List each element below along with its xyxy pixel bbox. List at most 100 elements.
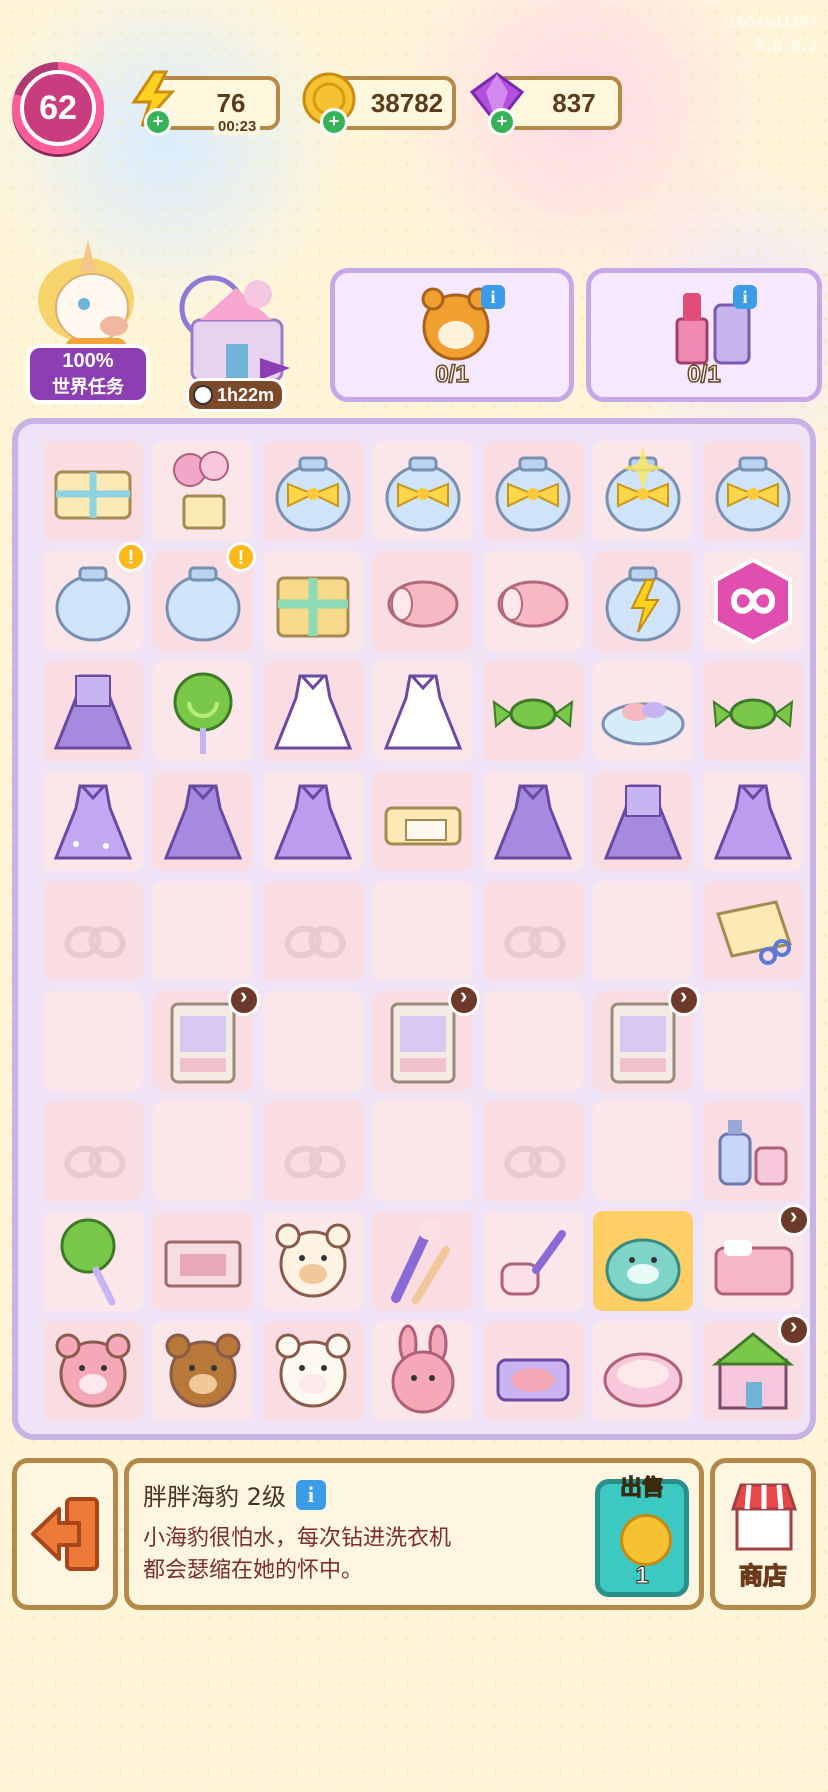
board-cell[interactable] xyxy=(478,766,588,876)
bunny-plush-icon xyxy=(391,1324,455,1414)
glass-jar-bow-icon xyxy=(385,456,461,532)
board-cell[interactable] xyxy=(588,656,698,766)
makeup-brushes-icon xyxy=(391,1220,450,1304)
board-cell[interactable] xyxy=(38,436,148,546)
player-id-text: 100404138? 0.0.0.2 xyxy=(728,12,818,60)
board-cell[interactable] xyxy=(588,546,698,656)
locked-bow-icon xyxy=(506,896,558,956)
player-level-badge[interactable]: 62 xyxy=(12,62,104,154)
exit-button[interactable] xyxy=(12,1458,118,1610)
board-cell[interactable] xyxy=(368,983,480,1096)
info-icon[interactable]: i xyxy=(481,285,505,309)
building-timer: 1h22m xyxy=(186,378,286,412)
board-cell[interactable] xyxy=(478,546,588,656)
board-cell[interactable] xyxy=(588,1096,698,1206)
board-cell[interactable] xyxy=(148,983,260,1096)
board-cell[interactable] xyxy=(588,766,698,876)
board-cell[interactable] xyxy=(368,1206,478,1316)
energy-timer: 00:23 xyxy=(214,118,261,135)
board-cell[interactable] xyxy=(148,656,258,766)
world-task-button[interactable]: 100% 世界任务 xyxy=(26,344,150,404)
board-cell[interactable] xyxy=(698,1313,810,1426)
board-cell[interactable] xyxy=(698,656,808,766)
candy-plate-icon xyxy=(601,702,685,746)
building-timer-text: 1h22m xyxy=(217,384,275,405)
board-cell[interactable] xyxy=(698,436,808,546)
board-cell[interactable] xyxy=(698,1203,810,1316)
board-cell[interactable] xyxy=(258,1096,368,1206)
pink-cake-roll-icon xyxy=(387,580,459,628)
amusement-castle-building[interactable] xyxy=(172,268,300,396)
alert-icon: ! xyxy=(226,542,256,572)
board-cell[interactable] xyxy=(258,766,368,876)
board-cell[interactable] xyxy=(258,656,368,766)
gem-counter[interactable]: + 837 xyxy=(469,72,622,136)
board-cell[interactable] xyxy=(478,436,588,546)
board-cell[interactable] xyxy=(38,876,148,986)
board-cell[interactable] xyxy=(258,436,368,546)
glass-jar-bow-sparkle-icon xyxy=(605,446,681,532)
board-cell[interactable] xyxy=(148,1096,258,1206)
board-cell[interactable] xyxy=(148,1316,258,1426)
add-gems-button[interactable]: + xyxy=(488,108,516,136)
purple-slip-dress-icon xyxy=(273,784,353,860)
board-cell[interactable] xyxy=(38,986,148,1096)
board-cell[interactable] xyxy=(148,876,258,986)
energy-value: 76 xyxy=(216,88,246,118)
board-cell[interactable] xyxy=(258,876,368,986)
board-cell[interactable] xyxy=(368,436,478,546)
coin-counter[interactable]: + 38782 xyxy=(302,72,456,136)
board-cell[interactable] xyxy=(368,876,478,986)
board-cell[interactable] xyxy=(258,986,368,1096)
board-cell[interactable]: ! xyxy=(38,542,148,656)
board-cell[interactable] xyxy=(38,656,148,766)
board-cell[interactable] xyxy=(368,546,478,656)
sell-button[interactable]: 出售 1 xyxy=(595,1476,689,1597)
board-cell[interactable] xyxy=(478,1206,588,1316)
board-cell[interactable] xyxy=(698,986,808,1096)
chubby-seal-selected-icon xyxy=(605,1238,681,1302)
board-cell[interactable] xyxy=(368,656,478,766)
board-cell[interactable] xyxy=(478,1316,588,1426)
board-cell[interactable] xyxy=(258,546,368,656)
board-cell[interactable] xyxy=(588,1316,698,1426)
board-cell[interactable] xyxy=(698,876,808,986)
board-cell[interactable] xyxy=(588,876,698,986)
board-cell[interactable] xyxy=(148,766,258,876)
board-cell[interactable] xyxy=(38,1206,148,1316)
sell-label: 出售 xyxy=(619,1476,664,1502)
board-cell[interactable] xyxy=(368,1316,478,1426)
board-cell[interactable] xyxy=(38,766,148,876)
board-cell[interactable] xyxy=(478,986,588,1096)
board-cell[interactable] xyxy=(478,656,588,766)
add-coins-button[interactable]: + xyxy=(320,108,348,136)
info-icon[interactable]: i xyxy=(733,285,757,309)
board-cell[interactable] xyxy=(588,436,698,546)
board-cell[interactable] xyxy=(698,546,808,656)
add-energy-button[interactable]: + xyxy=(144,108,172,136)
energy-counter[interactable]: + 76 00:23 xyxy=(131,70,280,136)
locked-bow-icon xyxy=(506,1116,558,1176)
board-cell[interactable] xyxy=(588,983,700,1096)
board-cell[interactable] xyxy=(38,1096,148,1206)
powder-tin-icon xyxy=(603,1352,683,1408)
shop-button[interactable]: 商店 xyxy=(710,1458,816,1610)
board-cell[interactable] xyxy=(588,1206,698,1316)
board-cell[interactable]: ! xyxy=(148,542,258,656)
board-cell[interactable] xyxy=(478,1096,588,1206)
order-card-2[interactable]: i 0/1 xyxy=(586,268,822,402)
board-cell[interactable] xyxy=(258,1316,368,1426)
board-cell[interactable] xyxy=(148,1206,258,1316)
board-cell[interactable] xyxy=(698,1096,808,1206)
board-cell[interactable] xyxy=(478,876,588,986)
board-cell[interactable] xyxy=(368,766,478,876)
green-lollipop-stick-icon xyxy=(60,1218,116,1306)
glass-jar-bow-icon xyxy=(495,456,571,532)
board-cell[interactable] xyxy=(698,766,808,876)
order-card-1[interactable]: i 0/1 xyxy=(330,268,574,402)
board-cell[interactable] xyxy=(368,1096,478,1206)
board-cell[interactable] xyxy=(148,436,258,546)
board-cell[interactable] xyxy=(38,1316,148,1426)
item-info-icon[interactable]: i xyxy=(295,1479,326,1510)
board-cell[interactable] xyxy=(258,1206,368,1316)
